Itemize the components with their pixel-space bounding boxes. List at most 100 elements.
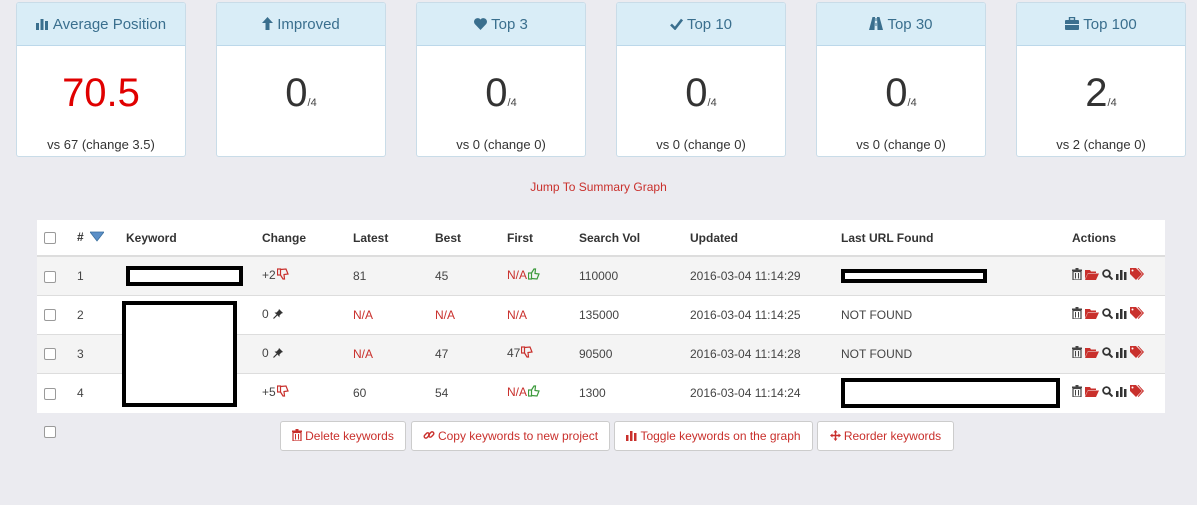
row-checkbox[interactable]	[44, 387, 56, 400]
card-value: 70.5	[17, 69, 185, 126]
card-top-100: Top 100 2/4 vs 2 (change 0)	[1016, 2, 1186, 157]
folder-open-icon[interactable]	[1085, 308, 1099, 322]
card-value-number: 0	[885, 71, 908, 115]
reorder-keywords-label: Reorder keywords	[843, 429, 942, 443]
card-title: Top 100	[1083, 16, 1137, 33]
card-value-total: /4	[907, 97, 917, 109]
bottom-select-checkbox[interactable]	[44, 426, 56, 438]
trash-icon	[292, 423, 303, 451]
bar-chart-icon[interactable]	[1116, 347, 1127, 361]
bar-chart-icon[interactable]	[1116, 386, 1127, 400]
column-first-header[interactable]: First	[507, 220, 579, 257]
column-latest-header[interactable]: Latest	[353, 220, 435, 257]
card-top-10: Top 10 0/4 vs 0 (change 0)	[616, 2, 786, 157]
row-first: N/A	[507, 268, 528, 283]
bar-chart-icon[interactable]	[1116, 269, 1127, 283]
card-value-number: 0	[485, 71, 508, 115]
tags-icon[interactable]	[1130, 385, 1144, 400]
thumbs-up-icon	[527, 268, 540, 283]
row-checkbox[interactable]	[44, 309, 56, 322]
folder-open-icon[interactable]	[1085, 347, 1099, 361]
search-icon[interactable]	[1102, 269, 1114, 283]
column-search-vol-header[interactable]: Search Vol	[579, 220, 690, 257]
row-latest: 60	[353, 372, 435, 412]
delete-keywords-label: Delete keywords	[305, 429, 394, 443]
column-best-header[interactable]: Best	[435, 220, 507, 257]
row-num: 3	[77, 333, 126, 373]
trash-icon[interactable]	[1072, 385, 1082, 400]
row-checkbox[interactable]	[44, 270, 56, 283]
card-title: Average Position	[52, 16, 167, 33]
row-last-url: NOT FOUND	[841, 333, 1072, 373]
road-icon	[869, 4, 884, 47]
folder-open-icon[interactable]	[1085, 269, 1099, 283]
card-value-number: 70.5	[62, 71, 140, 115]
card-value: 0/4	[617, 69, 785, 127]
pin-icon	[272, 308, 283, 322]
row-best: 45	[435, 255, 507, 295]
row-num: 2	[77, 294, 126, 334]
row-latest: N/A	[353, 307, 374, 322]
card-title: Improved	[277, 16, 340, 33]
search-icon[interactable]	[1102, 386, 1114, 400]
card-value: 2/4	[1017, 69, 1185, 127]
column-change-header[interactable]: Change	[262, 220, 353, 257]
link-icon	[423, 423, 435, 451]
move-icon	[829, 423, 841, 451]
column-num-header[interactable]: #	[77, 220, 126, 257]
trash-icon[interactable]	[1072, 346, 1082, 361]
trash-icon[interactable]	[1072, 268, 1082, 283]
redacted-keywords-block	[122, 301, 237, 407]
card-title: Top 3	[491, 16, 528, 33]
copy-keywords-label: Copy keywords to new project	[437, 429, 599, 443]
row-change: 0	[262, 307, 269, 322]
column-keyword-header[interactable]: Keyword	[126, 220, 262, 257]
heart-icon	[474, 4, 488, 47]
card-value-number: 0	[685, 71, 708, 115]
search-icon[interactable]	[1102, 346, 1114, 361]
row-last-url: NOT FOUND	[841, 294, 1072, 334]
row-search-vol: 135000	[579, 294, 690, 334]
briefcase-icon	[1065, 4, 1080, 47]
select-all-checkbox[interactable]	[44, 232, 56, 245]
card-value: 0/4	[217, 69, 385, 127]
sort-desc-icon[interactable]	[89, 230, 105, 245]
copy-keywords-button[interactable]: Copy keywords to new project	[411, 421, 610, 451]
row-actions	[1072, 294, 1165, 334]
delete-keywords-button[interactable]: Delete keywords	[280, 421, 406, 451]
tags-icon[interactable]	[1130, 268, 1144, 283]
row-first: 47	[507, 345, 521, 360]
column-last-url-header[interactable]: Last URL Found	[841, 220, 1072, 257]
bar-chart-icon[interactable]	[1116, 308, 1127, 322]
tags-icon[interactable]	[1130, 307, 1144, 322]
trash-icon[interactable]	[1072, 307, 1082, 322]
card-header: Top 10	[617, 3, 785, 46]
card-value-total: /4	[707, 97, 717, 109]
row-best: 54	[435, 372, 507, 412]
column-updated-header[interactable]: Updated	[690, 220, 841, 257]
row-checkbox[interactable]	[44, 348, 56, 361]
row-updated: 2016-03-04 11:14:28	[690, 333, 841, 373]
row-search-vol: 90500	[579, 333, 690, 373]
card-footer: vs 0 (change 0)	[456, 137, 546, 152]
tags-icon[interactable]	[1130, 346, 1144, 361]
card-value: 0/4	[817, 69, 985, 127]
card-title: Top 10	[686, 16, 733, 33]
jump-to-summary-graph-link[interactable]: Jump To Summary Graph	[0, 180, 1197, 194]
card-header: Top 100	[1017, 3, 1185, 46]
card-header: Average Position	[17, 3, 185, 46]
row-search-vol: 1300	[579, 372, 690, 412]
check-icon	[670, 4, 683, 47]
row-search-vol: 110000	[579, 255, 690, 295]
toggle-keywords-graph-button[interactable]: Toggle keywords on the graph	[614, 421, 813, 451]
card-footer: vs 67 (change 3.5)	[47, 137, 155, 152]
redacted-url	[841, 377, 1060, 408]
card-top-3: Top 3 0/4 vs 0 (change 0)	[416, 2, 586, 157]
search-icon[interactable]	[1102, 307, 1114, 322]
thumbs-down-icon	[521, 346, 534, 361]
reorder-keywords-button[interactable]: Reorder keywords	[817, 421, 954, 451]
column-actions-header: Actions	[1072, 220, 1165, 257]
row-first: N/A	[507, 385, 528, 400]
folder-open-icon[interactable]	[1085, 386, 1099, 400]
card-top-30: Top 30 0/4 vs 0 (change 0)	[816, 2, 986, 157]
